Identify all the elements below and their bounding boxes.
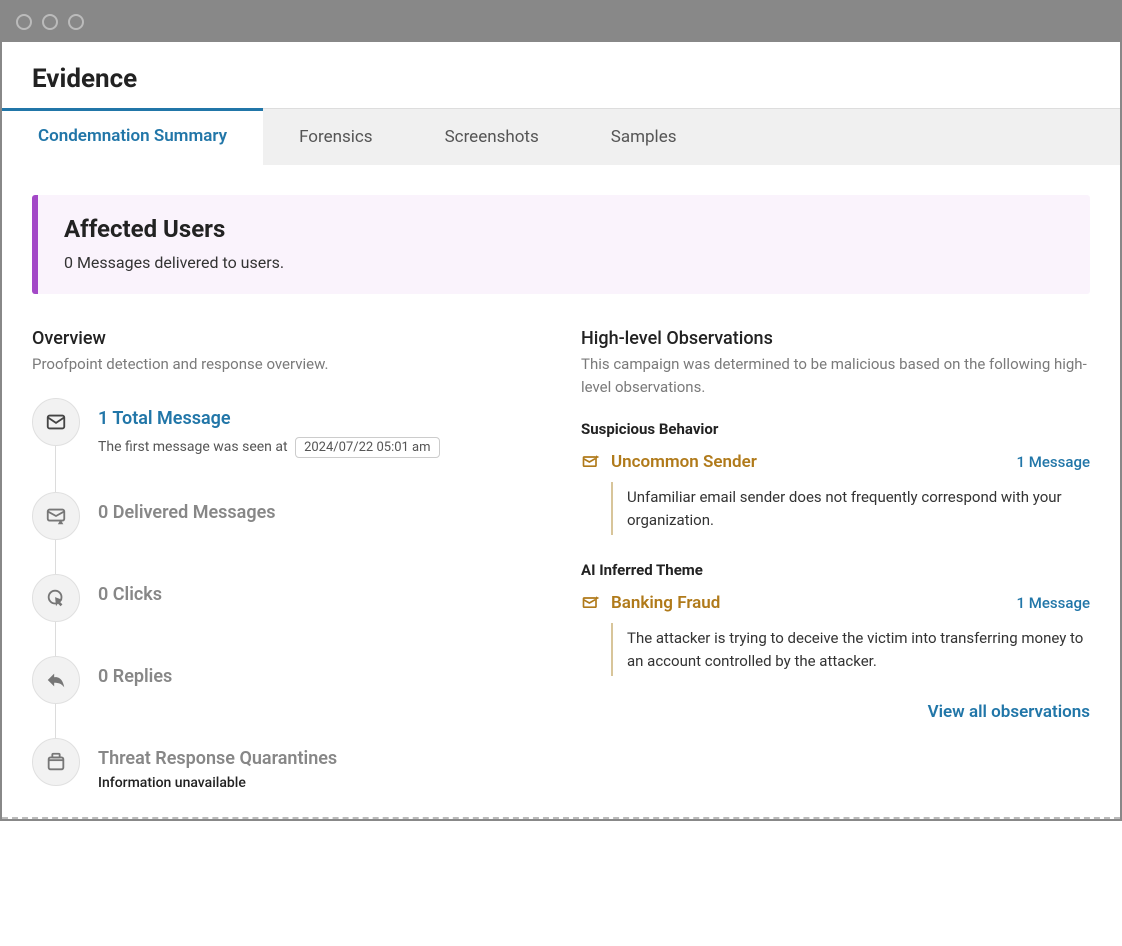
obs-description: Unfamiliar email sender does not frequen… <box>611 482 1090 535</box>
app-window: Evidence Condemnation Summary Forensics … <box>0 0 1122 821</box>
observations-column: High-level Observations This campaign wa… <box>581 328 1090 797</box>
timeline-item-replies: 0 Replies <box>32 656 541 704</box>
timeline-subtext: The first message was seen at 2024/07/22… <box>98 437 440 458</box>
affected-users-subtitle: 0 Messages delivered to users. <box>64 253 1064 272</box>
window-control-close[interactable] <box>16 14 32 30</box>
timeline-label[interactable]: 1 Total Message <box>98 408 440 429</box>
obs-count[interactable]: 1 Message <box>1017 594 1090 612</box>
first-seen-prefix: The first message was seen at <box>98 439 288 455</box>
overview-column: Overview Proofpoint detection and respon… <box>32 328 541 797</box>
tab-forensics[interactable]: Forensics <box>263 109 409 165</box>
two-column-layout: Overview Proofpoint detection and respon… <box>32 328 1090 797</box>
obs-name[interactable]: Banking Fraud <box>611 593 1007 613</box>
overview-title: Overview <box>32 328 541 349</box>
mail-flag-icon <box>581 452 601 472</box>
overview-subtitle: Proofpoint detection and response overvi… <box>32 353 541 376</box>
mail-icon <box>32 398 80 446</box>
timeline-item-total-messages: 1 Total Message The first message was se… <box>32 398 541 458</box>
window-control-maximize[interactable] <box>68 14 84 30</box>
obs-count[interactable]: 1 Message <box>1017 453 1090 471</box>
view-all-observations-link[interactable]: View all observations <box>581 702 1090 722</box>
quarantine-icon <box>32 738 80 786</box>
timeline-item-quarantines: Threat Response Quarantines Information … <box>32 738 541 791</box>
overview-timeline: 1 Total Message The first message was se… <box>32 398 541 791</box>
mail-flag-icon <box>581 593 601 613</box>
tab-body: Affected Users 0 Messages delivered to u… <box>2 165 1120 817</box>
window-control-minimize[interactable] <box>42 14 58 30</box>
timeline-label: Threat Response Quarantines <box>98 748 337 769</box>
timeline-label: 0 Delivered Messages <box>98 502 276 523</box>
tab-screenshots[interactable]: Screenshots <box>409 109 575 165</box>
tab-samples[interactable]: Samples <box>575 109 713 165</box>
obs-name[interactable]: Uncommon Sender <box>611 452 1007 472</box>
tab-condemnation-summary[interactable]: Condemnation Summary <box>2 108 263 165</box>
obs-item-banking-fraud: Banking Fraud 1 Message The attacker is … <box>581 593 1090 676</box>
click-icon <box>32 574 80 622</box>
observations-subtitle: This campaign was determined to be malic… <box>581 353 1090 398</box>
observations-title: High-level Observations <box>581 328 1090 349</box>
obs-item-uncommon-sender: Uncommon Sender 1 Message Unfamiliar ema… <box>581 452 1090 535</box>
timeline-label: 0 Clicks <box>98 584 162 605</box>
page-title: Evidence <box>2 42 1120 108</box>
timeline-item-clicks: 0 Clicks <box>32 574 541 622</box>
window-titlebar <box>2 2 1120 42</box>
mail-alert-icon <box>32 492 80 540</box>
timeline-item-delivered: 0 Delivered Messages <box>32 492 541 540</box>
obs-description: The attacker is trying to deceive the vi… <box>611 623 1090 676</box>
affected-users-title: Affected Users <box>64 215 1064 243</box>
timeline-label: 0 Replies <box>98 666 172 687</box>
timeline-note: Information unavailable <box>98 775 337 791</box>
affected-users-card: Affected Users 0 Messages delivered to u… <box>32 195 1090 294</box>
tabs: Condemnation Summary Forensics Screensho… <box>2 108 1120 165</box>
first-seen-timestamp: 2024/07/22 05:01 am <box>295 437 439 458</box>
obs-group-ai-theme: AI Inferred Theme <box>581 561 1090 579</box>
reply-icon <box>32 656 80 704</box>
obs-group-suspicious-behavior: Suspicious Behavior <box>581 420 1090 438</box>
content-area: Evidence Condemnation Summary Forensics … <box>2 42 1120 819</box>
